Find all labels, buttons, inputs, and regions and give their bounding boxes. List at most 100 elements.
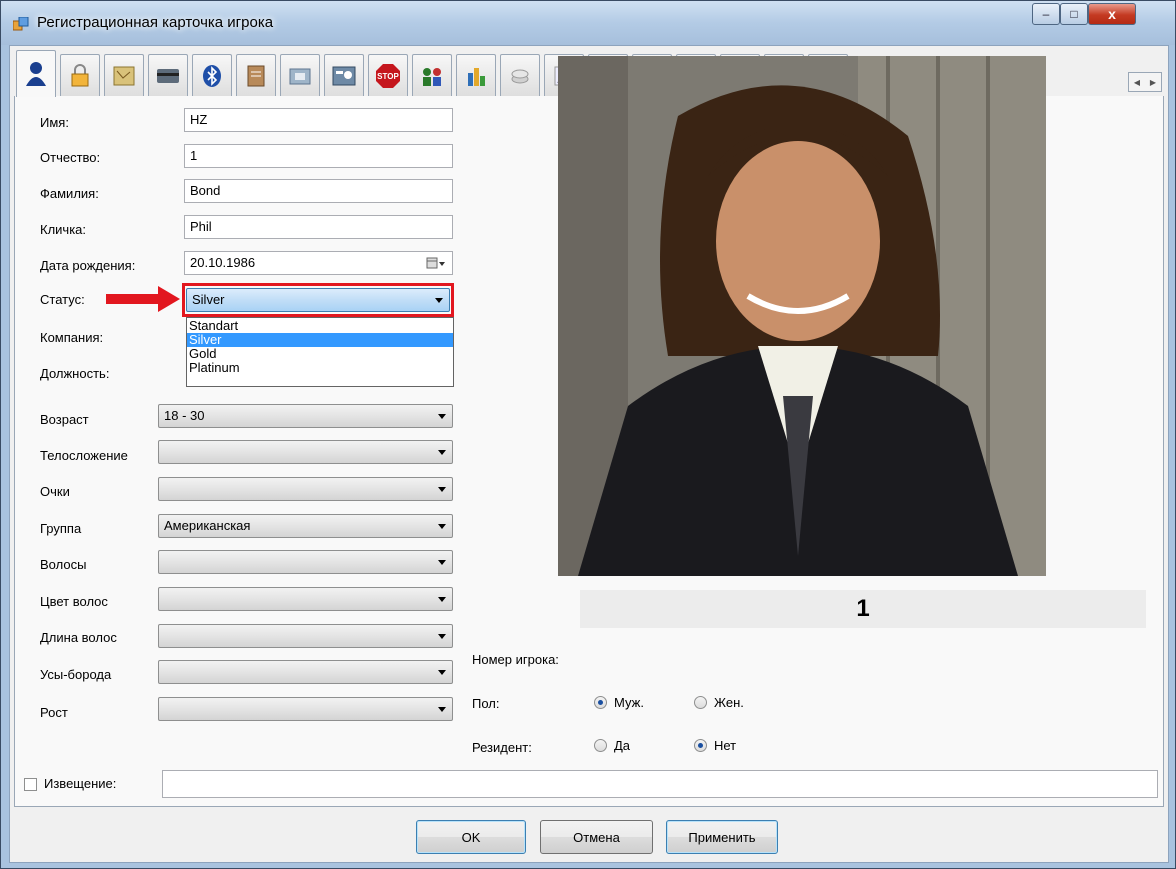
resident-yes-radio[interactable] (594, 739, 607, 752)
status-option[interactable]: Gold (187, 347, 453, 361)
maximize-button[interactable]: □ (1060, 3, 1088, 25)
tab-map[interactable] (104, 54, 144, 96)
notice-label[interactable]: Извещение: (44, 776, 116, 791)
title-bar[interactable]: Регистрационная карточка игрока – □ x (1, 1, 1175, 45)
resident-label: Резидент: (472, 740, 532, 755)
chevron-down-icon (438, 524, 446, 529)
chevron-down-icon (438, 707, 446, 712)
tab-folder[interactable] (280, 54, 320, 96)
age-label: Возраст (40, 412, 89, 427)
chevron-down-icon (438, 597, 446, 602)
tab-people[interactable] (412, 54, 452, 96)
status-highlight (182, 283, 454, 317)
height-combo[interactable] (158, 697, 453, 721)
birthdate-label: Дата рождения: (40, 258, 136, 273)
scroll-left-icon[interactable]: ◀ (1134, 78, 1140, 87)
birthdate-picker[interactable]: 20.10.1986 (184, 251, 453, 275)
stop-icon: STOP (376, 63, 400, 88)
position-label: Должность: (40, 366, 110, 381)
hair-color-combo[interactable] (158, 587, 453, 611)
nickname-field[interactable]: Phil (184, 215, 453, 239)
resident-no-label[interactable]: Нет (714, 738, 736, 753)
window-title: Регистрационная карточка игрока (37, 14, 274, 31)
birthdate-value: 20.10.1986 (190, 255, 256, 270)
maximize-icon: □ (1070, 7, 1078, 21)
calendar-icon[interactable] (426, 257, 446, 269)
beard-combo[interactable] (158, 660, 453, 684)
status-option-selected[interactable]: Silver (187, 333, 453, 347)
patronymic-field[interactable]: 1 (184, 144, 453, 168)
chevron-down-icon (438, 560, 446, 565)
gender-female-label[interactable]: Жен. (714, 695, 744, 710)
apply-button[interactable]: Применить (666, 820, 778, 854)
resident-yes-label[interactable]: Да (614, 738, 630, 753)
age-value: 18 - 30 (164, 408, 205, 423)
notice-checkbox[interactable] (24, 778, 37, 791)
app-icon (13, 17, 29, 31)
name-label: Имя: (40, 115, 69, 130)
beard-label: Усы-борода (40, 667, 112, 682)
scroll-right-icon[interactable]: ▶ (1150, 78, 1156, 87)
player-number-label: Номер игрока: (472, 652, 559, 667)
player-number-display: 1 (580, 590, 1146, 628)
close-button[interactable]: x (1088, 3, 1136, 25)
group-value: Американская (164, 518, 251, 533)
map-icon (113, 66, 135, 85)
status-label: Статус: (40, 292, 85, 307)
notice-field[interactable] (162, 770, 1158, 798)
card-icon (157, 68, 179, 83)
close-icon: x (1108, 6, 1116, 22)
cancel-button[interactable]: Отмена (540, 820, 653, 854)
ok-button[interactable]: OK (416, 820, 526, 854)
group-combo[interactable]: Американская (158, 514, 453, 538)
gender-female-radio[interactable] (694, 696, 707, 709)
gender-label: Пол: (472, 696, 500, 711)
status-option[interactable]: Standart (187, 319, 453, 333)
tab-document[interactable] (236, 54, 276, 96)
tab-coins[interactable] (500, 54, 540, 96)
status-dropdown-list[interactable]: Standart Silver Gold Platinum (186, 317, 454, 387)
name-field[interactable]: HZ (184, 108, 453, 132)
hair-combo[interactable] (158, 550, 453, 574)
tab-chart[interactable] (456, 54, 496, 96)
people-icon (423, 67, 441, 86)
folder-icon (289, 68, 311, 84)
build-combo[interactable] (158, 440, 453, 464)
bluetooth-icon (203, 64, 221, 87)
surname-field[interactable]: Bond (184, 179, 453, 203)
hair-label: Волосы (40, 557, 87, 572)
chevron-down-icon (438, 414, 446, 419)
glasses-label: Очки (40, 484, 70, 499)
svg-text:STOP: STOP (377, 72, 399, 81)
glasses-combo[interactable] (158, 477, 453, 501)
build-label: Телосложение (40, 448, 128, 463)
chart-icon (468, 67, 485, 86)
player-photo[interactable] (558, 56, 1046, 576)
hair-color-label: Цвет волос (40, 594, 108, 609)
chevron-down-icon (438, 450, 446, 455)
chevron-down-icon (438, 634, 446, 639)
tab-stop[interactable]: STOP (368, 54, 408, 96)
tab-lock[interactable] (60, 54, 100, 96)
user-icon (26, 62, 46, 86)
height-label: Рост (40, 705, 68, 720)
hair-length-combo[interactable] (158, 624, 453, 648)
tab-user[interactable] (16, 50, 56, 97)
resident-no-radio[interactable] (694, 739, 707, 752)
document-icon (247, 65, 265, 86)
status-option[interactable]: Platinum (187, 361, 453, 375)
tab-id-card[interactable] (324, 54, 364, 96)
minimize-button[interactable]: – (1032, 3, 1060, 25)
red-arrow-icon (106, 286, 180, 312)
coins-icon (511, 69, 529, 83)
tab-bluetooth[interactable] (192, 54, 232, 96)
tab-scroll-buttons[interactable]: ◀ ▶ (1128, 72, 1162, 92)
surname-label: Фамилия: (40, 186, 99, 201)
gender-male-label[interactable]: Муж. (614, 695, 644, 710)
tab-card[interactable] (148, 54, 188, 96)
nickname-label: Кличка: (40, 222, 87, 237)
age-combo[interactable]: 18 - 30 (158, 404, 453, 428)
gender-male-radio[interactable] (594, 696, 607, 709)
chevron-down-icon (438, 487, 446, 492)
chevron-down-icon (438, 670, 446, 675)
